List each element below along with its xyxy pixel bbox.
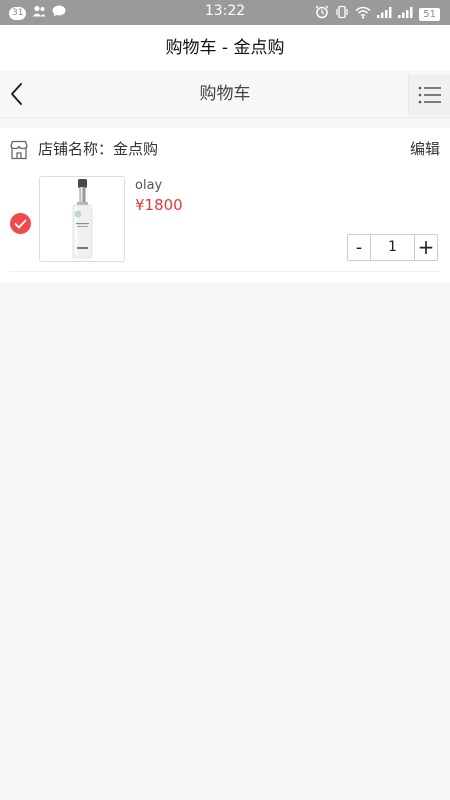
signal-icon xyxy=(377,6,392,22)
shop-header: 店铺名称：金点购 编辑 xyxy=(0,128,450,168)
wifi-icon xyxy=(355,6,371,23)
product-image[interactable] xyxy=(39,176,125,262)
quantity-value[interactable]: 1 xyxy=(371,235,414,260)
menu-button[interactable] xyxy=(408,75,450,115)
decrease-quantity-button[interactable]: - xyxy=(348,235,371,260)
battery-indicator: 51 xyxy=(419,7,440,21)
edit-button[interactable]: 编辑 xyxy=(410,138,440,159)
product-name[interactable]: olay xyxy=(135,178,162,193)
list-menu-icon xyxy=(418,86,441,104)
vibrate-icon xyxy=(335,5,349,23)
cart-item: olay ¥1800 - 1 + xyxy=(0,173,450,273)
nav-title: 购物车 xyxy=(199,84,251,104)
nav-bar: 购物车 xyxy=(0,71,450,118)
product-price: ¥1800 xyxy=(135,196,183,214)
shop-name: 店铺名称：金点购 xyxy=(38,140,159,158)
status-right: 51 xyxy=(315,5,440,23)
increase-quantity-button[interactable]: + xyxy=(414,235,437,260)
app-title: 购物车 - 金点购 xyxy=(0,25,450,71)
shop-card: 店铺名称：金点购 编辑 olay ¥1800 - 1 + xyxy=(0,128,450,283)
item-select-checkbox[interactable] xyxy=(10,213,31,234)
checkmark-icon xyxy=(14,219,27,228)
store-icon xyxy=(10,140,28,160)
quantity-stepper: - 1 + xyxy=(347,234,438,261)
status-bar: 31 13:22 51 xyxy=(0,0,450,25)
item-divider xyxy=(10,271,440,272)
alarm-icon xyxy=(315,5,329,23)
signal-icon-2 xyxy=(398,6,413,22)
